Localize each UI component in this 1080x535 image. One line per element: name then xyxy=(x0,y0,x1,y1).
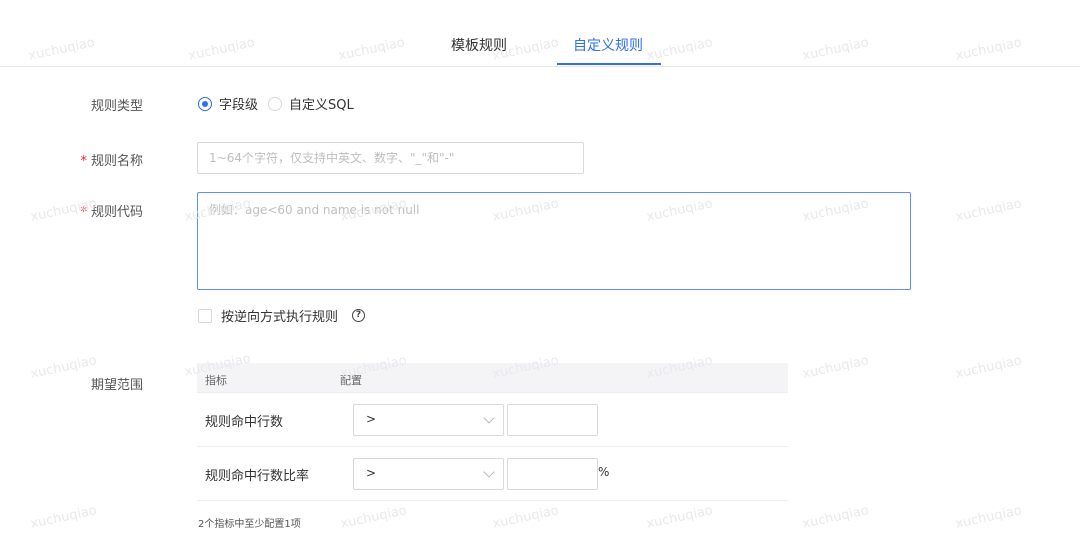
column-header-metric: 指标 xyxy=(205,374,227,387)
watermark-text: xuchuqiao xyxy=(645,503,715,532)
rule-type-radio-group: 字段级 自定义SQL xyxy=(198,94,364,113)
radio-label: 字段级 xyxy=(219,98,259,113)
rule-code-label-text: 规则代码 xyxy=(90,205,143,220)
operator-value: > xyxy=(366,412,377,426)
metric-name: 规则命中行数比率 xyxy=(205,469,310,484)
metric-table: 指标 配置 规则命中行数 > 规则命中行数比率 > % xyxy=(197,363,788,501)
chevron-down-icon xyxy=(483,466,495,478)
rule-name-label-text: 规则名称 xyxy=(90,154,143,169)
reverse-execution-label: 按逆向方式执行规则 xyxy=(221,310,339,325)
metric-name: 规则命中行数 xyxy=(205,415,284,430)
radio-checked-icon xyxy=(198,96,212,111)
rule-name-label: * 规则名称 xyxy=(80,150,143,169)
chevron-down-icon xyxy=(483,412,495,424)
expected-range-label: 期望范围 xyxy=(90,378,143,393)
column-header-config: 配置 xyxy=(340,374,362,387)
required-mark: * xyxy=(80,154,87,169)
radio-label: 自定义SQL xyxy=(289,98,354,113)
table-row: 规则命中行数 > xyxy=(197,393,788,447)
rule-code-label: * 规则代码 xyxy=(80,201,143,220)
radio-custom-sql[interactable]: 自定义SQL xyxy=(268,94,354,113)
watermark-text: xuchuqiao xyxy=(29,503,99,532)
watermark-text: xuchuqiao xyxy=(801,353,871,382)
watermark-text: xuchuqiao xyxy=(954,353,1024,382)
table-header: 指标 配置 xyxy=(197,363,788,393)
watermark-text: xuchuqiao xyxy=(801,503,871,532)
operator-value: > xyxy=(366,466,377,480)
tab-template-rules[interactable]: 模板规则 xyxy=(451,35,507,55)
watermark-text: xuchuqiao xyxy=(491,503,561,532)
watermark-text: xuchuqiao xyxy=(339,503,409,532)
active-tab-indicator xyxy=(557,63,661,65)
reverse-execution-row: 按逆向方式执行规则 ? xyxy=(198,306,366,325)
watermark-text: xuchuqiao xyxy=(29,353,99,382)
operator-select[interactable]: > xyxy=(353,404,504,436)
watermark-text: xuchuqiao xyxy=(954,196,1024,225)
operator-select[interactable]: > xyxy=(353,458,504,490)
rule-type-label: 规则类型 xyxy=(90,99,143,114)
question-circle-icon[interactable]: ? xyxy=(352,309,366,322)
watermark-text: xuchuqiao xyxy=(954,503,1024,532)
required-mark: * xyxy=(80,205,87,220)
rule-tabs: 模板规则 自定义规则 xyxy=(0,0,1080,67)
radio-unchecked-icon xyxy=(268,96,283,111)
tab-custom-rules[interactable]: 自定义规则 xyxy=(573,35,643,55)
percent-unit: % xyxy=(598,465,610,479)
threshold-input[interactable] xyxy=(507,404,598,436)
radio-field-level[interactable]: 字段级 xyxy=(198,94,258,113)
table-note: 2个指标中至少配置1项 xyxy=(198,519,301,530)
reverse-execution-checkbox[interactable] xyxy=(198,308,212,323)
rule-name-input[interactable] xyxy=(197,142,584,174)
table-row: 规则命中行数比率 > % xyxy=(197,447,788,501)
rule-code-textarea[interactable] xyxy=(197,192,911,290)
threshold-ratio-input[interactable] xyxy=(507,458,598,490)
